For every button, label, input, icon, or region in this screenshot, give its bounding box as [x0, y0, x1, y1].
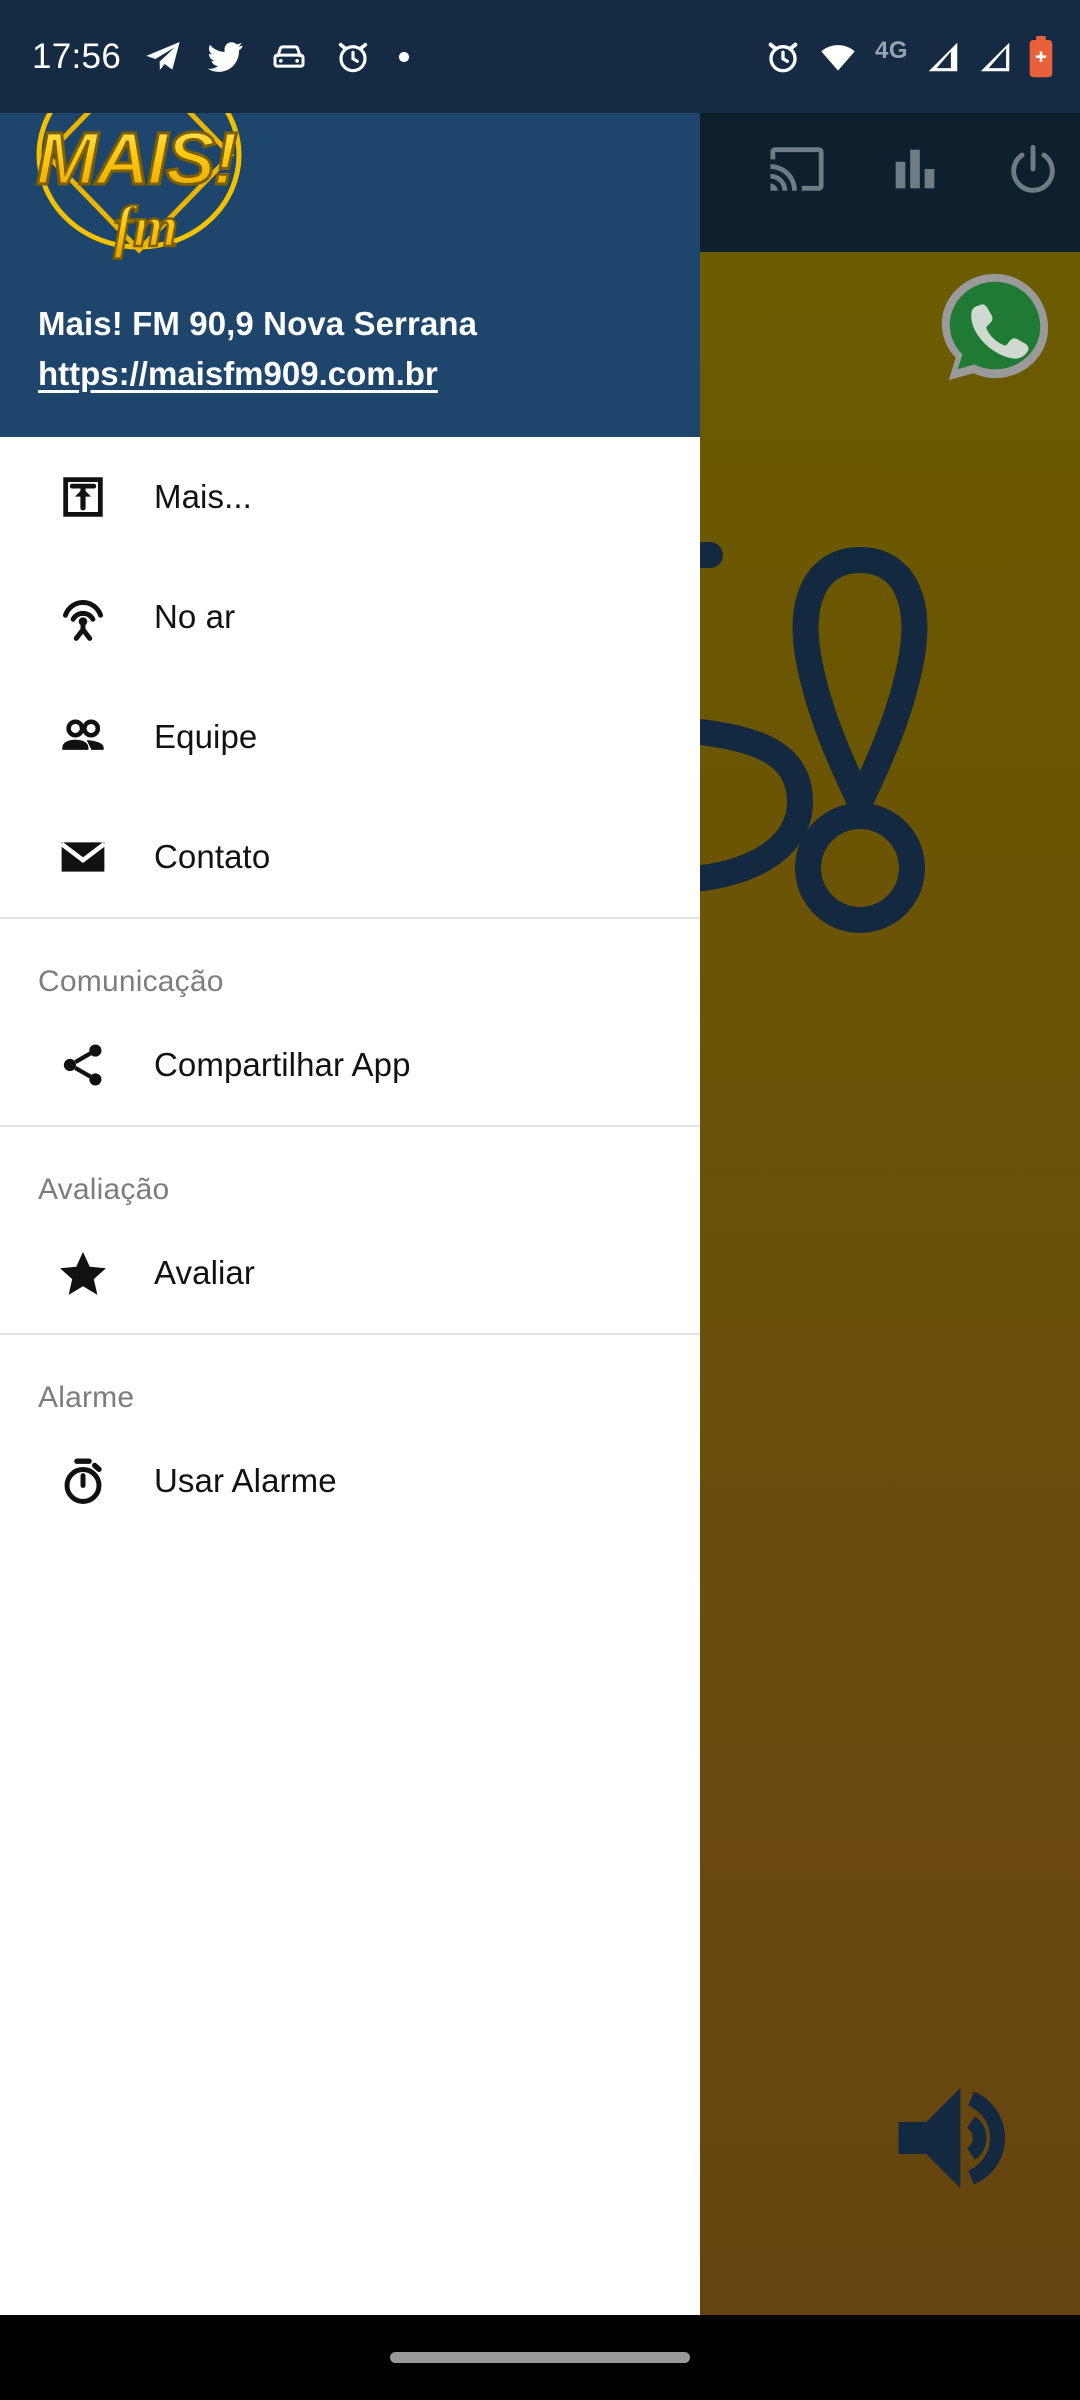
- status-bar-right: 4G: [763, 35, 1054, 78]
- mail-icon: [56, 830, 110, 884]
- menu-item-compartilhar-app[interactable]: Compartilhar App: [0, 1005, 700, 1125]
- status-bar-left: 17:56: [32, 37, 413, 77]
- people-icon: [56, 710, 110, 764]
- status-clock: 17:56: [32, 36, 122, 76]
- menu-item-label: Avaliar: [154, 1254, 255, 1291]
- signal-icon: [980, 42, 1010, 71]
- open-in-new-icon: [56, 470, 110, 524]
- share-icon: [56, 1038, 110, 1092]
- menu-section-avaliacao: Avaliação: [38, 1173, 170, 1206]
- navigation-drawer: 90.9 MAIS! fm Mais! FM 90,9 Nova Serrana…: [0, 0, 700, 2315]
- menu-item-label: Equipe: [154, 718, 258, 755]
- stopwatch-icon: [56, 1454, 110, 1508]
- wifi-icon: [821, 44, 855, 71]
- menu-item-equipe[interactable]: Equipe: [0, 677, 700, 797]
- status-bar: 17:56 4G: [0, 0, 1080, 113]
- menu-item-label: Compartilhar App: [154, 1046, 411, 1083]
- menu-section-comunicacao: Comunicação: [38, 965, 224, 998]
- menu-item-label: No ar: [154, 598, 236, 635]
- drawer-title: Mais! FM 90,9 Nova Serrana: [38, 305, 478, 342]
- menu-item-label: Mais...: [154, 478, 252, 515]
- menu-section-alarme: Alarme: [38, 1381, 135, 1414]
- cast-icon[interactable]: [768, 140, 826, 198]
- broadcast-icon: [56, 590, 110, 644]
- menu-item-no-ar[interactable]: No ar: [0, 557, 700, 677]
- power-icon[interactable]: [1004, 140, 1062, 198]
- network-type-label: 4G: [874, 36, 908, 64]
- dot-icon: [398, 51, 410, 62]
- alarm-icon: [338, 42, 368, 72]
- gesture-pill[interactable]: [390, 2352, 690, 2363]
- drawer-website-link[interactable]: https://maisfm909.com.br: [38, 355, 438, 393]
- twitter-icon: [207, 41, 243, 72]
- menu-item-avaliar[interactable]: Avaliar: [0, 1213, 700, 1333]
- battery-icon: [1029, 35, 1053, 77]
- equalizer-icon[interactable]: [886, 140, 944, 198]
- telegram-icon: [146, 41, 180, 70]
- drawer-menu: Mais... No ar Equipe Contato Comunicação…: [0, 437, 700, 1541]
- menu-item-label: Usar Alarme: [154, 1462, 337, 1499]
- phone-screen: 90.9 MAIS! fm Mais! FM 90,9 Nova Serrana…: [0, 0, 1080, 2400]
- app-bar-actions: [768, 140, 1062, 198]
- system-navigation-bar: [0, 2315, 1080, 2400]
- svg-text:MAIS!: MAIS!: [36, 117, 237, 200]
- menu-item-mais[interactable]: Mais...: [0, 437, 700, 557]
- svg-text:fm: fm: [114, 194, 178, 259]
- menu-item-contato[interactable]: Contato: [0, 797, 700, 917]
- menu-item-label: Contato: [154, 838, 271, 875]
- volume-icon[interactable]: [890, 2079, 1018, 2197]
- menu-item-usar-alarme[interactable]: Usar Alarme: [0, 1421, 700, 1541]
- whatsapp-icon[interactable]: [936, 268, 1054, 386]
- alarm-icon: [768, 42, 798, 72]
- star-icon: [56, 1246, 110, 1300]
- signal-icon: [928, 42, 958, 71]
- car-icon: [273, 44, 305, 68]
